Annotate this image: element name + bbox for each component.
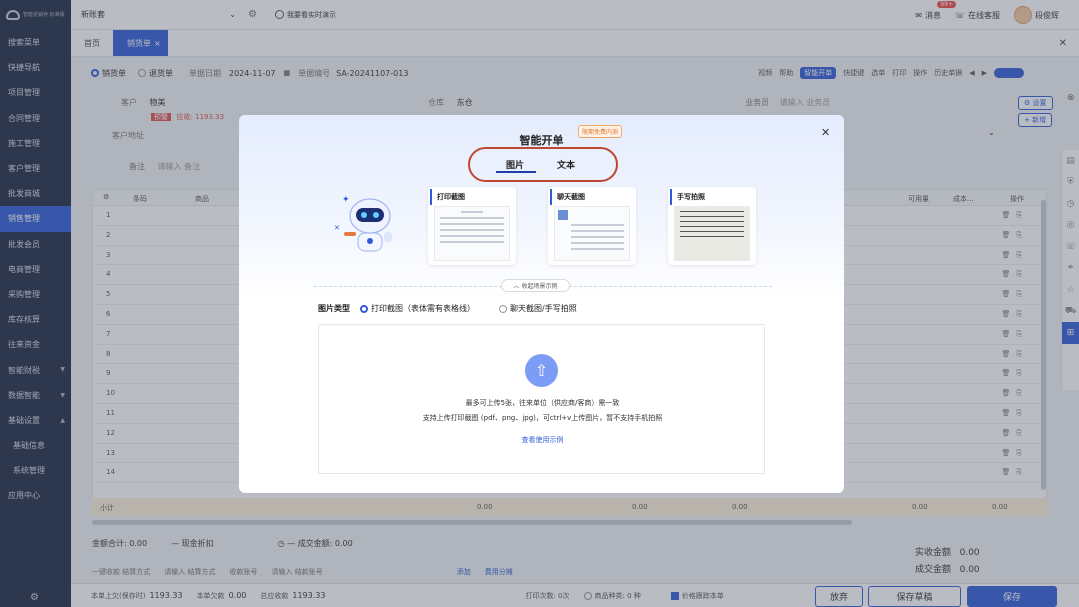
close-icon[interactable]: ✕ [821,126,830,139]
card-title: 聊天截图 [550,189,636,205]
card-title: 手写拍照 [670,189,756,205]
tab-image[interactable]: 图片 [506,158,524,171]
option-print-label: 打印截图（表体需有表格线） [371,304,475,313]
chat-example-thumbnail [554,206,630,261]
print-example-thumbnail [434,206,510,261]
card-title: 打印截图 [430,189,516,205]
smart-order-modal: 智能开单 限期免费内测 ✕ 图片 文本 ✦ ✕ 打印截图 聊天截图 手写拍照 ︿… [239,115,844,493]
svg-text:✦: ✦ [342,195,350,205]
view-example-link[interactable]: 查看使用示例 [319,435,766,445]
collapse-examples-button[interactable]: ︿ 收起场景示例 [501,279,570,292]
upload-dropzone[interactable]: ⇧ 最多可上传5张，往来单位（供应商/客商）需一致 支持上传打印截图 (pdf、… [318,324,765,474]
option-print-radio[interactable]: 打印截图（表体需有表格线） [360,303,475,314]
chevron-up-icon: ︿ [513,283,520,290]
handwritten-example-thumbnail [674,206,750,261]
image-type-row: 图片类型 打印截图（表体需有表格线） 聊天截图/手写拍照 [318,303,577,314]
option-chat-radio[interactable]: 聊天截图/手写拍照 [499,303,577,314]
image-type-label: 图片类型 [318,304,350,313]
upload-hint-1: 最多可上传5张，往来单位（供应商/客商）需一致 [465,399,620,407]
upload-arrow-icon[interactable]: ⇧ [525,354,558,387]
active-tab-underline [496,171,536,173]
tabs-highlight-annotation [468,147,618,182]
example-card-chat[interactable]: 聊天截图 [548,187,636,265]
option-chat-label: 聊天截图/手写拍照 [510,304,577,313]
example-card-handwritten[interactable]: 手写拍照 [668,187,756,265]
collapse-label: 收起场景示例 [521,283,558,290]
modal-title: 智能开单 [519,134,564,147]
app-root: 智能进销存 标准版 搜索菜单 快捷导航 项目管理 合同管理 施工管理 客户管理 … [0,0,1079,607]
free-beta-badge: 限期免费内测 [578,125,623,138]
tab-text[interactable]: 文本 [557,158,575,171]
example-card-print[interactable]: 打印截图 [428,187,516,265]
robot-mascot-icon: ✦ ✕ [334,195,392,252]
svg-text:✕: ✕ [334,224,340,232]
radio-checked-icon [360,304,368,313]
radio-icon [499,304,507,313]
upload-hint-2: 支持上传打印截图 (pdf、png、jpg)，可ctrl+v上传图片，暂不支持手… [422,414,663,422]
